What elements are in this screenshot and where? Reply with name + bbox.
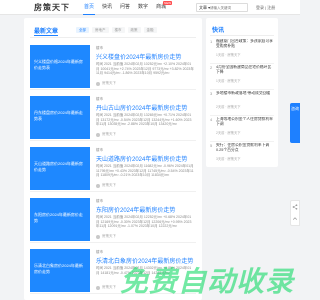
article-tag[interactable]: 楼市 — [96, 97, 103, 102]
new-badge: NEW — [163, 1, 173, 5]
article-tag[interactable]: 楼市 — [96, 148, 103, 153]
article-title[interactable]: 兴义楼盘价2024年最新房价走势 — [96, 52, 194, 61]
news-headline[interactable]: 上海等地公积金个人住房贷款利率下调 — [216, 117, 274, 127]
nav-item-news[interactable]: 快讯 — [98, 0, 116, 15]
article-meta: 房策天下 — [96, 234, 116, 239]
nav-item-home[interactable]: 首页 — [80, 0, 98, 15]
category-tabs: 全部 房地产 楼市 政策 金融 — [76, 27, 157, 33]
article-tag[interactable]: 楼市 — [96, 46, 103, 51]
news-flash-panel: 快讯 1 福建厦门出台政策：多孩家庭可享受购房补贴 1天前 · 房策天下 2 4… — [206, 18, 278, 167]
tab-market[interactable]: 楼市 — [111, 27, 125, 33]
nav-item-mall[interactable]: 商城 NEW — [152, 0, 173, 15]
tab-policy[interactable]: 政策 — [127, 27, 141, 33]
article-title[interactable]: 东阳房价2024年最新房价走势 — [96, 205, 194, 214]
news-rank: 2 — [210, 65, 213, 70]
article-title[interactable]: 天山道路房价2024年最新房价走势 — [96, 154, 194, 163]
article-source: 房策天下 — [102, 234, 116, 238]
news-meta: 2天前 · 房策天下 — [216, 131, 241, 135]
consult-float-button[interactable]: 咨询 — [290, 103, 300, 143]
title-underline — [34, 35, 58, 36]
sidebar-news-item[interactable]: 5 央行：住房公积金贷款利率下调0.25个百分点 3天前 · 房策天下 — [210, 142, 274, 167]
article-source: 房策天下 — [102, 81, 116, 85]
article-list-panel: 最新文章 全部 房地产 楼市 政策 金融 兴义楼盘价格2024年最新房价走势表 … — [24, 18, 202, 300]
article-meta: 房策天下 — [96, 132, 116, 137]
article-tag[interactable]: 楼市 — [96, 250, 103, 255]
article-thumbnail[interactable]: 丹东楼盘房价2024年最新走势表 — [30, 96, 90, 139]
article-item[interactable]: 天山道路房价2024年最新房价走势 楼市 天山道路房价2024年最新房价走势 时… — [30, 142, 196, 192]
search-input[interactable] — [210, 5, 246, 11]
article-source: 房策天下 — [102, 132, 116, 136]
news-headline[interactable]: 多地楼市新政落地 带动成交回暖 — [216, 91, 274, 96]
article-source: 房策天下 — [102, 183, 116, 187]
sidebar-news-item[interactable]: 2 4月份全国新建商品住宅价格环比下降 1天前 · 房策天下 — [210, 64, 274, 90]
author-avatar — [96, 234, 100, 239]
sidebar-title: 快讯 — [212, 28, 225, 34]
article-title[interactable]: 丹山古山房价2024年最新房价走势 — [96, 103, 194, 112]
back-to-top-icon[interactable] — [292, 216, 298, 222]
news-rank: 3 — [210, 91, 213, 96]
article-thumbnail[interactable]: 兴义楼盘价格2024年最新房价走势表 — [30, 45, 90, 88]
sidebar-news-item[interactable]: 1 福建厦门出台政策：多孩家庭可享受购房补贴 1天前 · 房策天下 — [210, 38, 274, 64]
article-title[interactable]: 乐清北白象房价2024年最新房价走势 — [96, 256, 194, 265]
news-meta: 1天前 · 房策天下 — [216, 53, 241, 57]
search-box: 文章 ▾ — [196, 3, 248, 12]
news-headline[interactable]: 福建厦门出台政策：多孩家庭可享受购房补贴 — [216, 39, 274, 49]
article-meta: 房策天下 — [96, 81, 116, 86]
nav-item-qa[interactable]: 问答 — [116, 0, 134, 15]
author-avatar — [96, 81, 100, 86]
article-thumbnail[interactable]: 东阳房价2024年最新房价走势 — [30, 198, 90, 241]
article-thumbnail[interactable]: 天山道路房价2024年最新房价走势 — [30, 147, 90, 190]
tab-finance[interactable]: 金融 — [143, 27, 157, 33]
article-summary: 时间 2021 当前值 2024年02月 14302元/m² +0.85% 20… — [96, 266, 192, 275]
divider — [210, 35, 274, 36]
float-toolbar — [290, 200, 300, 226]
consult-label: 咨询 — [291, 106, 299, 111]
share-icon[interactable] — [292, 204, 298, 210]
news-rank: 1 — [210, 39, 213, 44]
article-source: 房策天下 — [102, 285, 116, 289]
sidebar-news-item[interactable]: 4 上海等地公积金个人住房贷款利率下调 2天前 · 房策天下 — [210, 116, 274, 142]
article-summary: 时间 2021 当前值 2024年02月 11682元/m² -0.96% 20… — [96, 164, 194, 177]
news-rank: 4 — [210, 117, 213, 122]
article-thumbnail[interactable]: 乐清北白象房价2024年最新房价走势 — [30, 249, 90, 292]
site-logo[interactable]: 房策天下 — [34, 2, 70, 13]
author-avatar — [96, 285, 100, 290]
nav-item-data[interactable]: 数字 — [134, 0, 152, 15]
article-item[interactable]: 乐清北白象房价2024年最新房价走势 楼市 乐清北白象房价2024年最新房价走势… — [30, 244, 196, 294]
article-meta: 房策天下 — [96, 183, 116, 188]
article-item[interactable]: 兴义楼盘价格2024年最新房价走势表 楼市 兴义楼盘价2024年最新房价走势 时… — [30, 40, 196, 90]
divider — [30, 37, 196, 38]
sidebar-news-item[interactable]: 3 多地楼市新政落地 带动成交回暖 2天前 · 房策天下 — [210, 90, 274, 116]
news-headline[interactable]: 4月份全国新建商品住宅价格环比下降 — [216, 65, 274, 75]
tab-all[interactable]: 全部 — [76, 27, 89, 33]
section-title: 最新文章 — [34, 29, 59, 35]
news-headline[interactable]: 央行：住房公积金贷款利率下调0.25个百分点 — [216, 143, 274, 153]
author-avatar — [96, 132, 100, 137]
article-summary: 时间 2021 当前值 2024年02月 12252元/m² +0.68% 20… — [96, 215, 192, 228]
article-meta: 房策天下 — [96, 285, 116, 290]
search-type-select[interactable]: 文章 ▾ — [199, 5, 210, 11]
article-tag[interactable]: 楼市 — [96, 199, 103, 204]
news-meta: 1天前 · 房策天下 — [216, 79, 241, 83]
news-meta: 2天前 · 房策天下 — [216, 105, 241, 109]
news-meta: 3天前 · 房策天下 — [216, 157, 241, 161]
tab-realestate[interactable]: 房地产 — [92, 27, 109, 33]
article-summary: 时间 2021 当前值 2024年02月 13265元/m² +0.71% 20… — [96, 113, 192, 126]
article-item[interactable]: 丹东楼盘房价2024年最新走势表 楼市 丹山古山房价2024年最新房价走势 时间… — [30, 91, 196, 141]
top-header: 房策天下 首页 快讯 问答 数字 商城 NEW 文章 ▾ 登录 | 注册 — [0, 0, 300, 15]
author-avatar — [96, 183, 100, 188]
main-nav: 首页 快讯 问答 数字 商城 NEW — [80, 0, 173, 15]
news-rank: 5 — [210, 143, 213, 148]
article-item[interactable]: 东阳房价2024年最新房价走势 楼市 东阳房价2024年最新房价走势 时间 20… — [30, 193, 196, 243]
article-summary: 时间 2021 当前值 2024年02月 10252元/m² +2.10% 20… — [96, 62, 194, 75]
login-link[interactable]: 登录 | 注册 — [256, 5, 275, 11]
